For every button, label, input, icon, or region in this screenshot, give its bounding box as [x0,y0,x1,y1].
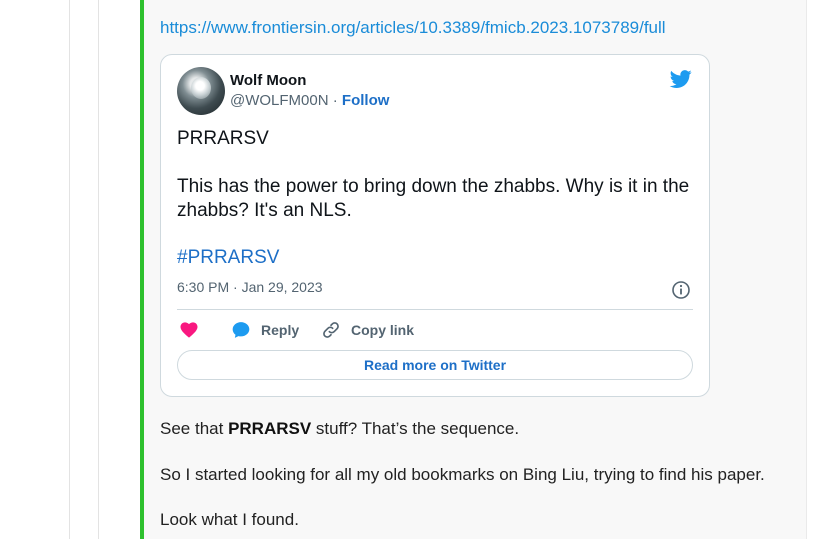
comment-paragraph: See that PRRARSV stuff? That’s the seque… [160,419,520,438]
info-icon[interactable] [671,280,691,300]
reply-bubble-icon [232,322,250,338]
thread-guide-line [69,0,70,539]
tweet-timestamp[interactable]: 6:30 PM · Jan 29, 2023 [177,279,323,295]
divider [177,309,693,310]
comment-paragraph: Look what I found. [160,510,299,529]
article-link[interactable]: https://www.frontiersin.org/articles/10.… [160,18,666,38]
reply-label: Reply [261,322,300,338]
reply-button[interactable]: Reply [231,319,299,341]
thread-guide-line [98,0,99,539]
embedded-tweet: Wolf Moon @WOLFM00N · Follow PRRARSV Thi… [160,54,710,397]
separator: · [328,92,342,109]
comment-paragraph: So I started looking for all my old book… [160,465,765,484]
hashtag-link[interactable]: #PRRARSV [177,247,279,269]
tweet-text: PRRARSV [177,128,269,149]
copy-link-button[interactable]: Copy link [321,319,414,341]
author-handle[interactable]: @WOLFM00N [230,92,329,109]
like-button[interactable] [179,319,209,341]
heart-icon [180,322,198,338]
follow-button[interactable]: Follow [342,92,390,109]
divider [806,0,807,539]
avatar[interactable] [177,67,225,115]
author-handle-row: @WOLFM00N · Follow [230,92,389,109]
read-more-button[interactable]: Read more on Twitter [177,350,693,380]
copy-link-label: Copy link [351,322,415,338]
page: https://www.frontiersin.org/articles/10.… [0,0,824,539]
link-icon [323,322,339,338]
author-name[interactable]: Wolf Moon [230,72,306,89]
twitter-bird-icon[interactable] [669,68,693,90]
tweet-text: This has the power to bring down the zha… [177,176,690,221]
